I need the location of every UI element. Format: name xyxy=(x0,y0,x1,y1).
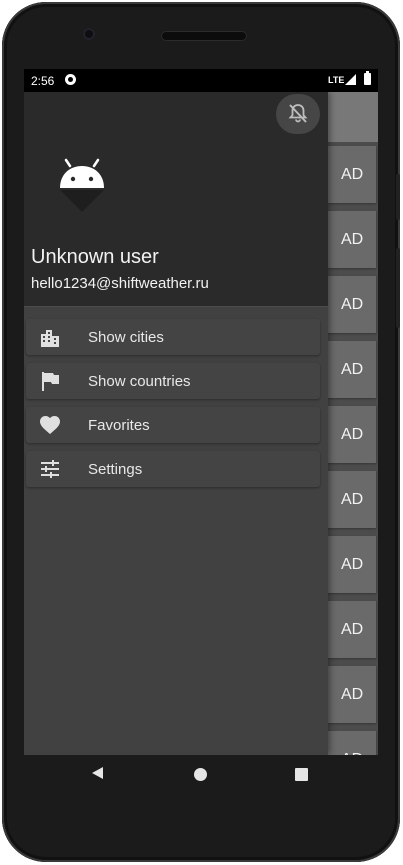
ad-item[interactable]: AD xyxy=(328,471,376,528)
back-triangle-icon[interactable] xyxy=(92,767,103,779)
ad-item[interactable]: AD xyxy=(328,341,376,398)
notifications-off-button[interactable] xyxy=(276,94,320,134)
menu-item-settings[interactable]: Settings xyxy=(26,451,320,487)
city-icon xyxy=(41,330,59,347)
ad-item[interactable]: AD xyxy=(328,601,376,658)
user-email: hello1234@shiftweather.ru xyxy=(31,275,209,292)
battery-icon xyxy=(364,71,371,85)
front-camera xyxy=(83,28,95,40)
recents-square-icon[interactable] xyxy=(295,768,308,781)
menu-item-label: Show countries xyxy=(88,373,191,390)
heart-icon xyxy=(40,416,60,434)
ad-item[interactable]: AD xyxy=(328,406,376,463)
network-type: LTE xyxy=(328,75,345,85)
ad-item[interactable]: AD xyxy=(328,276,376,333)
menu-item-label: Favorites xyxy=(88,417,150,434)
status-time: 2:56 xyxy=(31,74,55,88)
flag-icon xyxy=(42,372,59,391)
ad-item[interactable]: AD xyxy=(328,211,376,268)
navigation-drawer: Unknown user hello1234@shiftweather.ru S… xyxy=(24,92,328,755)
sliders-icon xyxy=(41,460,59,478)
ad-item[interactable]: AD xyxy=(328,666,376,723)
menu-item-show-countries[interactable]: Show countries xyxy=(26,363,320,399)
signal-icon xyxy=(345,74,356,85)
drawer-header: Unknown user hello1234@shiftweather.ru xyxy=(24,92,328,307)
menu-item-label: Show cities xyxy=(88,329,164,346)
menu-item-show-cities[interactable]: Show cities xyxy=(26,319,320,355)
ad-item[interactable]: AD xyxy=(328,146,376,203)
android-icon xyxy=(60,158,104,212)
menu-item-favorites[interactable]: Favorites xyxy=(26,407,320,443)
cast-app-icon xyxy=(65,74,76,85)
ad-item[interactable]: AD xyxy=(328,536,376,593)
menu-item-label: Settings xyxy=(88,461,143,478)
home-circle-icon[interactable] xyxy=(194,768,207,781)
status-bar: 2:56 LTE xyxy=(24,69,378,92)
device-screen: 2:56 LTE AD AD AD AD AD AD AD AD AD AD xyxy=(24,69,378,755)
notifications-off-icon xyxy=(288,104,308,123)
volume-button xyxy=(396,174,400,220)
earpiece-speaker xyxy=(161,31,247,41)
power-button xyxy=(396,248,400,328)
user-name: Unknown user xyxy=(31,246,159,268)
ad-item[interactable]: AD xyxy=(328,731,376,755)
